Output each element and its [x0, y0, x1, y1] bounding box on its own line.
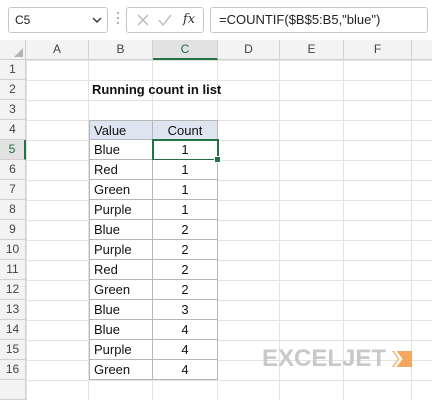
- fill-handle[interactable]: [214, 156, 221, 163]
- row-header[interactable]: 11: [0, 260, 26, 280]
- row-header[interactable]: 16: [0, 360, 26, 380]
- formula-bar: C5 fx =COUNTIF($B$5:B5,"blue"): [0, 0, 432, 42]
- column-header-a[interactable]: A: [26, 40, 89, 60]
- column-header-f[interactable]: F: [344, 40, 412, 60]
- row-header[interactable]: 4: [0, 120, 26, 140]
- select-all-button[interactable]: [0, 40, 26, 60]
- formula-input[interactable]: =COUNTIF($B$5:B5,"blue"): [210, 7, 428, 33]
- row-header[interactable]: 6: [0, 160, 26, 180]
- logo-text: EXCELJET: [262, 345, 387, 372]
- column-header-overflow: [412, 40, 432, 60]
- chevron-down-icon[interactable]: [91, 8, 103, 32]
- table-cell-value[interactable]: Green: [89, 360, 153, 380]
- table-cell-count[interactable]: 1: [153, 160, 218, 180]
- table-cell-count[interactable]: 1: [153, 180, 218, 200]
- table-cell-count[interactable]: 1: [153, 200, 218, 220]
- table-cell-value[interactable]: Red: [89, 260, 153, 280]
- row-header[interactable]: 3: [0, 100, 26, 120]
- row-header[interactable]: 12: [0, 280, 26, 300]
- row-header[interactable]: 1: [0, 60, 26, 80]
- table-cell-value[interactable]: Blue: [89, 300, 153, 320]
- row-header[interactable]: 7: [0, 180, 26, 200]
- drag-handle[interactable]: [117, 9, 120, 31]
- row-header[interactable]: 2: [0, 80, 26, 100]
- table-header-count[interactable]: Count: [153, 120, 218, 140]
- row-header[interactable]: 8: [0, 200, 26, 220]
- name-box[interactable]: C5: [8, 7, 108, 33]
- logo-mark-icon: [392, 350, 413, 368]
- row-header[interactable]: 13: [0, 300, 26, 320]
- row-header[interactable]: 10: [0, 240, 26, 260]
- row-header-selected[interactable]: 5: [0, 140, 26, 160]
- table-cell-count[interactable]: 2: [153, 240, 218, 260]
- table-header-value[interactable]: Value: [89, 120, 153, 140]
- table-cell-count[interactable]: 2: [153, 220, 218, 240]
- column-header-c[interactable]: C: [153, 40, 218, 60]
- row-header[interactable]: 14: [0, 320, 26, 340]
- column-header-e[interactable]: E: [280, 40, 344, 60]
- sheet-title: Running count in list: [92, 82, 222, 97]
- table-cell-value[interactable]: Green: [89, 180, 153, 200]
- enter-icon[interactable]: [155, 8, 175, 32]
- insert-function-button[interactable]: fx: [179, 8, 199, 32]
- table-cell-count[interactable]: 2: [153, 280, 218, 300]
- exceljet-logo: EXCELJET: [262, 345, 413, 372]
- table-cell-value[interactable]: Blue: [89, 220, 153, 240]
- table-cell-count[interactable]: 4: [153, 360, 218, 380]
- column-header-d[interactable]: D: [218, 40, 280, 60]
- table-cell-value[interactable]: Green: [89, 280, 153, 300]
- formula-buttons: fx: [126, 7, 204, 33]
- table-cell-count[interactable]: 1: [152, 139, 219, 161]
- column-header-b[interactable]: B: [89, 40, 153, 60]
- row-header[interactable]: 9: [0, 220, 26, 240]
- cancel-icon[interactable]: [133, 8, 153, 32]
- table-cell-count[interactable]: 4: [153, 320, 218, 340]
- table-cell-count[interactable]: 4: [153, 340, 218, 360]
- table-cell-value[interactable]: Blue: [89, 140, 153, 160]
- table-cell-value[interactable]: Blue: [89, 320, 153, 340]
- table-cell-count[interactable]: 2: [153, 260, 218, 280]
- table-cell-value[interactable]: Purple: [89, 240, 153, 260]
- table-cell-value[interactable]: Red: [89, 160, 153, 180]
- row-header-overflow: [0, 380, 26, 400]
- table-cell-value[interactable]: Purple: [89, 340, 153, 360]
- row-header[interactable]: 15: [0, 340, 26, 360]
- table-cell-value[interactable]: Purple: [89, 200, 153, 220]
- name-box-value: C5: [15, 13, 31, 27]
- table-cell-count[interactable]: 3: [153, 300, 218, 320]
